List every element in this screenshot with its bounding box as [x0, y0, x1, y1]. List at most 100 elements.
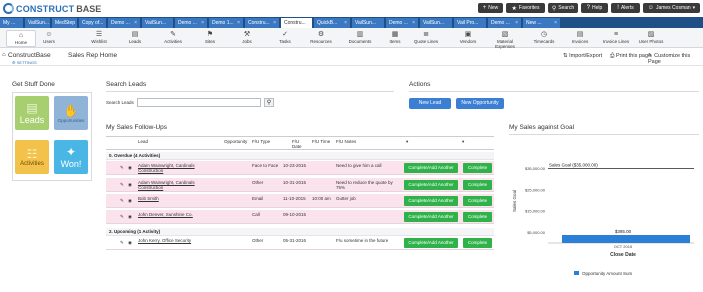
edit-icon[interactable]: ✎ [120, 165, 124, 170]
tab-6[interactable]: VailSun...× [142, 18, 174, 28]
complete-button[interactable]: Complete [463, 196, 492, 206]
view-icon[interactable]: ◉ [128, 165, 132, 170]
lead-link[interactable]: Adam Wainwright, Cardinals Construction [138, 163, 195, 173]
col-lead[interactable]: Lead [138, 139, 148, 144]
nav-quote-lines[interactable]: ≣ Quote Lines [411, 30, 441, 47]
tab-17[interactable]: New ... × [523, 18, 561, 28]
favorites-button[interactable]: ★ Favorites [506, 3, 545, 13]
view-icon[interactable]: ◉ [128, 214, 132, 219]
nav-invoices[interactable]: ▤ Invoices [565, 30, 595, 47]
home-icon[interactable]: ⌂ [2, 52, 6, 58]
search-leads-input[interactable] [137, 98, 261, 107]
tab-1[interactable]: My ...× [0, 18, 24, 28]
complete-button[interactable]: Complete [463, 163, 492, 173]
group-upcoming[interactable]: 2. Upcoming (1 Activity) [106, 228, 494, 236]
view-icon[interactable]: ◉ [128, 198, 132, 203]
tab-4[interactable]: Copy of...× [79, 18, 107, 28]
tab-5[interactable]: Demo ... × [108, 18, 141, 28]
view-icon[interactable]: ◉ [128, 182, 132, 187]
nav-tasks[interactable]: ✓ Tasks [270, 30, 300, 47]
activities-tile[interactable]: ☷ Activities [15, 140, 49, 174]
nav-leads[interactable]: ▤ Leads [120, 30, 150, 47]
close-icon[interactable]: × [554, 18, 557, 28]
new-button[interactable]: + New [478, 3, 503, 13]
col-menu-icon[interactable]: ▾ [406, 139, 408, 144]
col-fu-notes[interactable]: F/U Notes [336, 139, 356, 144]
complete-button[interactable]: Complete [463, 180, 492, 190]
close-icon[interactable]: × [201, 18, 204, 28]
logo[interactable]: CONSTRUCT BASE [3, 2, 101, 15]
view-icon[interactable]: ◉ [128, 240, 132, 245]
col-opportunity[interactable]: Opportunity [224, 139, 247, 144]
lead-link[interactable]: Adam Wainwright, Cardinals Construction [138, 180, 195, 190]
lead-link[interactable]: John Kerry, Office Security [138, 238, 191, 243]
tab-11[interactable]: QuickB... × [314, 18, 351, 28]
close-icon[interactable]: × [134, 18, 137, 28]
complete-add-another-button[interactable]: Complete/Add Another [404, 238, 458, 248]
complete-button[interactable]: Complete [463, 212, 492, 222]
won-tile[interactable]: ✦ Won! [54, 140, 88, 174]
close-icon[interactable]: × [515, 18, 518, 28]
tab-10[interactable]: Constru...× [281, 18, 313, 28]
close-icon[interactable]: × [237, 18, 240, 28]
nav-user-photos[interactable]: ▨ User Photos [636, 30, 666, 47]
close-icon[interactable]: × [273, 18, 276, 28]
activities-icon: ✎ [170, 31, 176, 38]
search-button[interactable]: ⚲ Search [548, 3, 578, 13]
edit-icon[interactable]: ✎ [120, 182, 124, 187]
tab-2[interactable]: VailSun...× [25, 18, 51, 28]
lead-link[interactable]: John Denver, Sunshine Co. [138, 212, 193, 217]
edit-icon[interactable]: ✎ [120, 214, 124, 219]
new-lead-button[interactable]: New Lead [409, 98, 451, 109]
nav-timecards[interactable]: ◷ Timecards [529, 30, 559, 47]
col-menu-icon[interactable]: ▾ [462, 139, 464, 144]
nav-documents[interactable]: ▥ Documents [345, 30, 375, 47]
tab-7[interactable]: Demo ... × [175, 18, 208, 28]
group-overdue[interactable]: 0. Overdue (4 Activities) [106, 152, 494, 160]
tab-13[interactable]: Demo ... × [386, 18, 419, 28]
nav-items[interactable]: ▦ Items [380, 30, 410, 47]
user-menu[interactable]: ☺ James Cosman ▾ [643, 3, 700, 13]
nav-invoice-lines[interactable]: ≡ Invoice Lines [601, 30, 631, 47]
print-link[interactable]: ⎙ Print this page [610, 53, 651, 60]
complete-add-another-button[interactable]: Complete/Add Another [404, 196, 458, 206]
nav-home[interactable]: ⌂ Home [6, 30, 36, 47]
nav-jobs[interactable]: ⚒ Jobs [232, 30, 262, 47]
nav-material-expenses[interactable]: ▧ Material Expenses [490, 30, 520, 49]
col-fu-type[interactable]: F/U Type [252, 139, 270, 144]
import-export-link[interactable]: ⇅ Import/Export [563, 53, 602, 59]
tab-3[interactable]: MedStep× [52, 18, 78, 28]
edit-icon[interactable]: ✎ [120, 240, 124, 245]
leads-tile[interactable]: ▤ Leads [15, 96, 49, 130]
settings-link[interactable]: ⚙ SETTINGS [12, 60, 37, 65]
complete-add-another-button[interactable]: Complete/Add Another [404, 180, 458, 190]
nav-sites[interactable]: ⚑ Sites [195, 30, 225, 47]
help-button[interactable]: ? Help [581, 3, 608, 13]
search-leads-button[interactable]: ⚲ [264, 98, 274, 107]
opportunities-tile[interactable]: ✋ Opportunities [54, 96, 88, 130]
lead-link[interactable]: Bob Smith [138, 196, 159, 201]
close-icon[interactable]: × [344, 18, 347, 28]
tab-9[interactable]: Constru... × [245, 18, 280, 28]
nav-resources[interactable]: ⚙ Resources [306, 30, 336, 47]
complete-add-another-button[interactable]: Complete/Add Another [404, 163, 458, 173]
nav-wishlist[interactable]: ☰ Wishlist [84, 30, 114, 47]
customize-link[interactable]: ✎ Customize this Page [648, 53, 703, 65]
edit-icon[interactable]: ✎ [120, 198, 124, 203]
new-opportunity-button[interactable]: New Opportunity [456, 98, 504, 109]
complete-add-another-button[interactable]: Complete/Add Another [404, 212, 458, 222]
col-fu-time[interactable]: F/U Time [312, 139, 330, 144]
col-fu-date[interactable]: F/U Date [292, 139, 306, 149]
tab-14[interactable]: VailSun...× [420, 18, 453, 28]
complete-button[interactable]: Complete [463, 238, 492, 248]
tab-16[interactable]: Demo ... × [488, 18, 522, 28]
tab-8[interactable]: Demo 1... × [209, 18, 244, 28]
nav-users[interactable]: ☺ Users [34, 30, 64, 47]
nav-vendors[interactable]: ▣ Vendors [453, 30, 483, 47]
alerts-button[interactable]: ! Alerts [611, 3, 640, 13]
nav-activities[interactable]: ✎ Activities [158, 30, 188, 47]
close-icon[interactable]: × [412, 18, 415, 28]
breadcrumb-app[interactable]: ConstructBase [8, 52, 51, 59]
tab-12[interactable]: VailSun...× [352, 18, 385, 28]
tab-15[interactable]: Vail Pro...× [454, 18, 487, 28]
